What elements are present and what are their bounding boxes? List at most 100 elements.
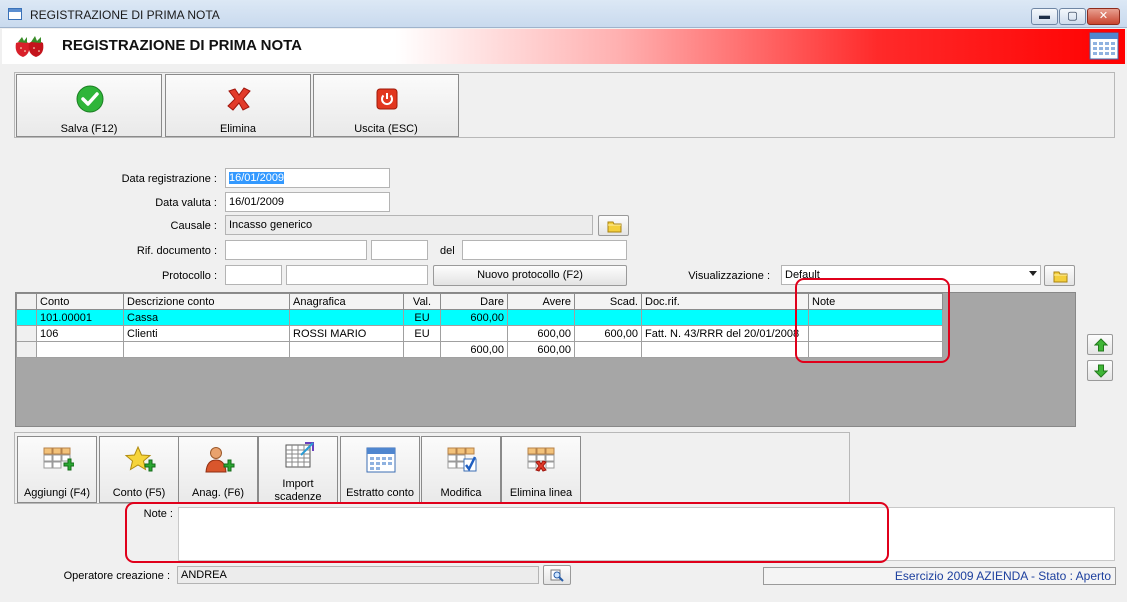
estratto-label: Estratto conto bbox=[346, 487, 414, 499]
chevron-down-icon[interactable] bbox=[1029, 271, 1037, 276]
window-titlebar: REGISTRAZIONE DI PRIMA NOTA ▬ ▢ ✕ bbox=[0, 0, 1127, 28]
cell-descrizione[interactable]: Cassa bbox=[123, 309, 290, 326]
star-add-icon bbox=[124, 445, 156, 472]
add-row-icon bbox=[43, 447, 74, 471]
column-header-anagrafica[interactable]: Anagrafica bbox=[289, 293, 404, 310]
cell-empty bbox=[123, 341, 290, 358]
save-button-label: Salva (F12) bbox=[60, 123, 118, 135]
delete-button[interactable]: Elimina bbox=[165, 74, 311, 137]
cell-anagrafica[interactable] bbox=[289, 309, 404, 326]
conto-button[interactable]: Conto (F5) bbox=[99, 436, 179, 503]
modifica-button[interactable]: Modifica bbox=[421, 436, 501, 503]
protocollo-number-input[interactable] bbox=[225, 265, 282, 285]
strawberry-logo-icon bbox=[15, 36, 44, 57]
cell-empty bbox=[574, 341, 642, 358]
user-add-icon bbox=[205, 447, 235, 473]
cell-conto[interactable]: 106 bbox=[36, 325, 124, 342]
edit-row-icon bbox=[447, 447, 477, 472]
window-app-icon bbox=[8, 8, 22, 20]
arrow-down-icon bbox=[1094, 364, 1108, 378]
red-x-icon bbox=[227, 87, 251, 111]
conto-label: Conto (F5) bbox=[112, 487, 166, 499]
del-label: del bbox=[440, 245, 455, 257]
operatore-field[interactable]: ANDREA bbox=[177, 566, 539, 584]
operatore-lookup-button[interactable] bbox=[543, 565, 571, 585]
cell-val[interactable]: EU bbox=[403, 325, 441, 342]
delete-row-icon bbox=[527, 447, 555, 472]
exit-button-label: Uscita (ESC) bbox=[354, 123, 418, 135]
cell-anagrafica[interactable]: ROSSI MARIO bbox=[289, 325, 404, 342]
aggiungi-label: Aggiungi (F4) bbox=[23, 487, 91, 499]
row-header-corner bbox=[16, 293, 37, 310]
cell-empty bbox=[289, 341, 404, 358]
row-header[interactable] bbox=[16, 325, 37, 342]
cell-conto[interactable]: 101.00001 bbox=[36, 309, 124, 326]
column-header-descrizione[interactable]: Descrizione conto bbox=[123, 293, 290, 310]
rif-documento-series-input[interactable] bbox=[371, 240, 428, 260]
elimina-linea-label: Elimina linea bbox=[509, 487, 573, 499]
main-toolbar: Salva (F12) Elimina Uscita (ESC) bbox=[14, 72, 1115, 138]
cell-scad[interactable]: 600,00 bbox=[574, 325, 642, 342]
column-header-dare[interactable]: Dare bbox=[440, 293, 508, 310]
folder-icon bbox=[1053, 271, 1068, 283]
elimina-linea-button[interactable]: Elimina linea bbox=[501, 436, 581, 503]
column-header-docrif[interactable]: Doc.rif. bbox=[641, 293, 809, 310]
column-header-conto[interactable]: Conto bbox=[36, 293, 124, 310]
anag-button[interactable]: Anag. (F6) bbox=[178, 436, 258, 503]
note-column-highlight bbox=[795, 278, 950, 363]
anag-label: Anag. (F6) bbox=[192, 487, 244, 499]
cell-val[interactable]: EU bbox=[403, 309, 441, 326]
column-header-val[interactable]: Val. bbox=[403, 293, 441, 310]
cell-descrizione[interactable]: Clienti bbox=[123, 325, 290, 342]
cell-avere[interactable]: 600,00 bbox=[507, 325, 575, 342]
maximize-button[interactable]: ▢ bbox=[1059, 8, 1086, 25]
import-scadenze-button[interactable]: Import scadenze bbox=[258, 436, 338, 503]
row-header[interactable] bbox=[16, 309, 37, 326]
aggiungi-button[interactable]: Aggiungi (F4) bbox=[17, 436, 97, 503]
status-field: Esercizio 2009 AZIENDA - Stato : Aperto bbox=[763, 567, 1116, 585]
cell-scad[interactable] bbox=[574, 309, 642, 326]
cell-empty bbox=[36, 341, 124, 358]
causale-browse-button[interactable] bbox=[598, 215, 629, 236]
modifica-label: Modifica bbox=[440, 487, 482, 499]
minimize-button[interactable]: ▬ bbox=[1031, 8, 1058, 25]
arrow-up-icon bbox=[1094, 338, 1108, 352]
rif-documento-number-input[interactable] bbox=[225, 240, 367, 260]
window-title: REGISTRAZIONE DI PRIMA NOTA bbox=[30, 8, 220, 22]
move-up-button[interactable] bbox=[1087, 334, 1113, 355]
rif-documento-label: Rif. documento : bbox=[136, 245, 217, 257]
rif-documento-date-input[interactable] bbox=[462, 240, 627, 260]
save-button[interactable]: Salva (F12) bbox=[16, 74, 162, 137]
visualizzazione-browse-button[interactable] bbox=[1044, 265, 1075, 286]
cell-dare[interactable] bbox=[440, 325, 508, 342]
data-valuta-input[interactable]: 16/01/2009 bbox=[225, 192, 390, 212]
protocollo-label: Protocollo : bbox=[161, 270, 217, 282]
cell-dare[interactable]: 600,00 bbox=[440, 309, 508, 326]
calendar-icon[interactable] bbox=[1089, 32, 1119, 60]
column-header-avere[interactable]: Avere bbox=[507, 293, 575, 310]
check-icon bbox=[76, 85, 104, 113]
header-banner: REGISTRAZIONE DI PRIMA NOTA bbox=[2, 29, 1125, 64]
operatore-label: Operatore creazione : bbox=[63, 570, 170, 582]
nuovo-protocollo-button[interactable]: Nuovo protocollo (F2) bbox=[433, 265, 627, 286]
cell-empty bbox=[641, 341, 809, 358]
close-button[interactable]: ✕ bbox=[1087, 8, 1120, 25]
calendar-icon bbox=[366, 447, 396, 473]
exit-button[interactable]: Uscita (ESC) bbox=[313, 74, 459, 137]
notes-highlight bbox=[125, 502, 889, 563]
column-header-scad[interactable]: Scad. bbox=[574, 293, 642, 310]
import-label-line1: Import bbox=[282, 478, 314, 490]
cell-empty bbox=[403, 341, 441, 358]
data-registrazione-input[interactable]: 16/01/2009 bbox=[225, 168, 390, 188]
protocollo-series-input[interactable] bbox=[286, 265, 428, 285]
cell-docrif[interactable] bbox=[641, 309, 809, 326]
estratto-conto-button[interactable]: Estratto conto bbox=[340, 436, 420, 503]
move-down-button[interactable] bbox=[1087, 360, 1113, 381]
line-actions-toolbar: Aggiungi (F4) Conto (F5) Anag. (F6) Impo… bbox=[14, 432, 850, 504]
banner-title: REGISTRAZIONE DI PRIMA NOTA bbox=[62, 37, 302, 54]
row-header bbox=[16, 341, 37, 358]
import-table-icon bbox=[285, 442, 314, 468]
causale-input[interactable]: Incasso generico bbox=[225, 215, 593, 235]
cell-docrif[interactable]: Fatt. N. 43/RRR del 20/01/2008 bbox=[641, 325, 809, 342]
cell-avere[interactable] bbox=[507, 309, 575, 326]
